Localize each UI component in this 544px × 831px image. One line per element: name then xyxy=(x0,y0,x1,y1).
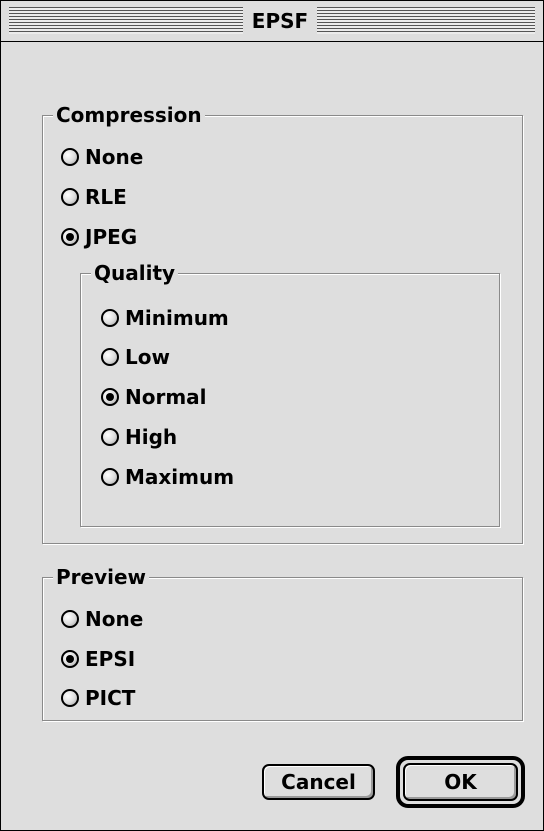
compression-option-label: RLE xyxy=(85,185,127,209)
radio-button[interactable] xyxy=(101,428,119,446)
radio-button[interactable] xyxy=(101,348,119,366)
title-bar-stripes xyxy=(317,7,535,34)
preview-option-label: EPSI xyxy=(85,647,136,671)
preview-option-label: PICT xyxy=(85,686,136,710)
compression-option-rle[interactable]: RLE xyxy=(61,182,127,212)
preview-option-pict[interactable]: PICT xyxy=(61,683,135,713)
title-bar[interactable]: EPSF xyxy=(1,1,543,42)
compression-legend: Compression xyxy=(53,102,205,128)
radio-button[interactable] xyxy=(61,610,79,628)
preview-option-none[interactable]: None xyxy=(61,604,143,634)
ok-button[interactable]: OK xyxy=(403,763,518,801)
quality-option-label: High xyxy=(125,425,178,449)
compression-option-label: None xyxy=(85,145,144,169)
radio-button[interactable] xyxy=(61,188,79,206)
quality-option-label: Low xyxy=(125,345,170,369)
compression-option-none[interactable]: None xyxy=(61,142,143,172)
title-bar-stripes xyxy=(9,7,243,34)
quality-option-maximum[interactable]: Maximum xyxy=(101,462,234,492)
preview-option-label: None xyxy=(85,607,144,631)
quality-option-low[interactable]: Low xyxy=(101,342,170,372)
window-title: EPSF xyxy=(243,5,317,37)
compression-option-jpeg[interactable]: JPEG xyxy=(61,222,137,252)
quality-legend: Quality xyxy=(91,260,179,286)
quality-option-label: Normal xyxy=(125,385,207,409)
quality-option-label: Minimum xyxy=(125,306,229,330)
radio-button-selected[interactable] xyxy=(101,388,119,406)
epsf-dialog: EPSF Compression None RLE JPEG Quality M… xyxy=(0,0,544,831)
quality-option-minimum[interactable]: Minimum xyxy=(101,303,229,333)
preview-option-epsi[interactable]: EPSI xyxy=(61,644,135,674)
preview-legend: Preview xyxy=(53,564,150,590)
cancel-button[interactable]: Cancel xyxy=(262,764,375,800)
radio-button[interactable] xyxy=(101,309,119,327)
radio-button-selected[interactable] xyxy=(61,650,79,668)
radio-button[interactable] xyxy=(61,148,79,166)
quality-option-normal[interactable]: Normal xyxy=(101,382,207,412)
radio-button[interactable] xyxy=(101,468,119,486)
quality-option-high[interactable]: High xyxy=(101,422,177,452)
quality-option-label: Maximum xyxy=(125,465,235,489)
radio-button[interactable] xyxy=(61,689,79,707)
compression-option-label: JPEG xyxy=(85,225,138,249)
radio-button-selected[interactable] xyxy=(61,228,79,246)
